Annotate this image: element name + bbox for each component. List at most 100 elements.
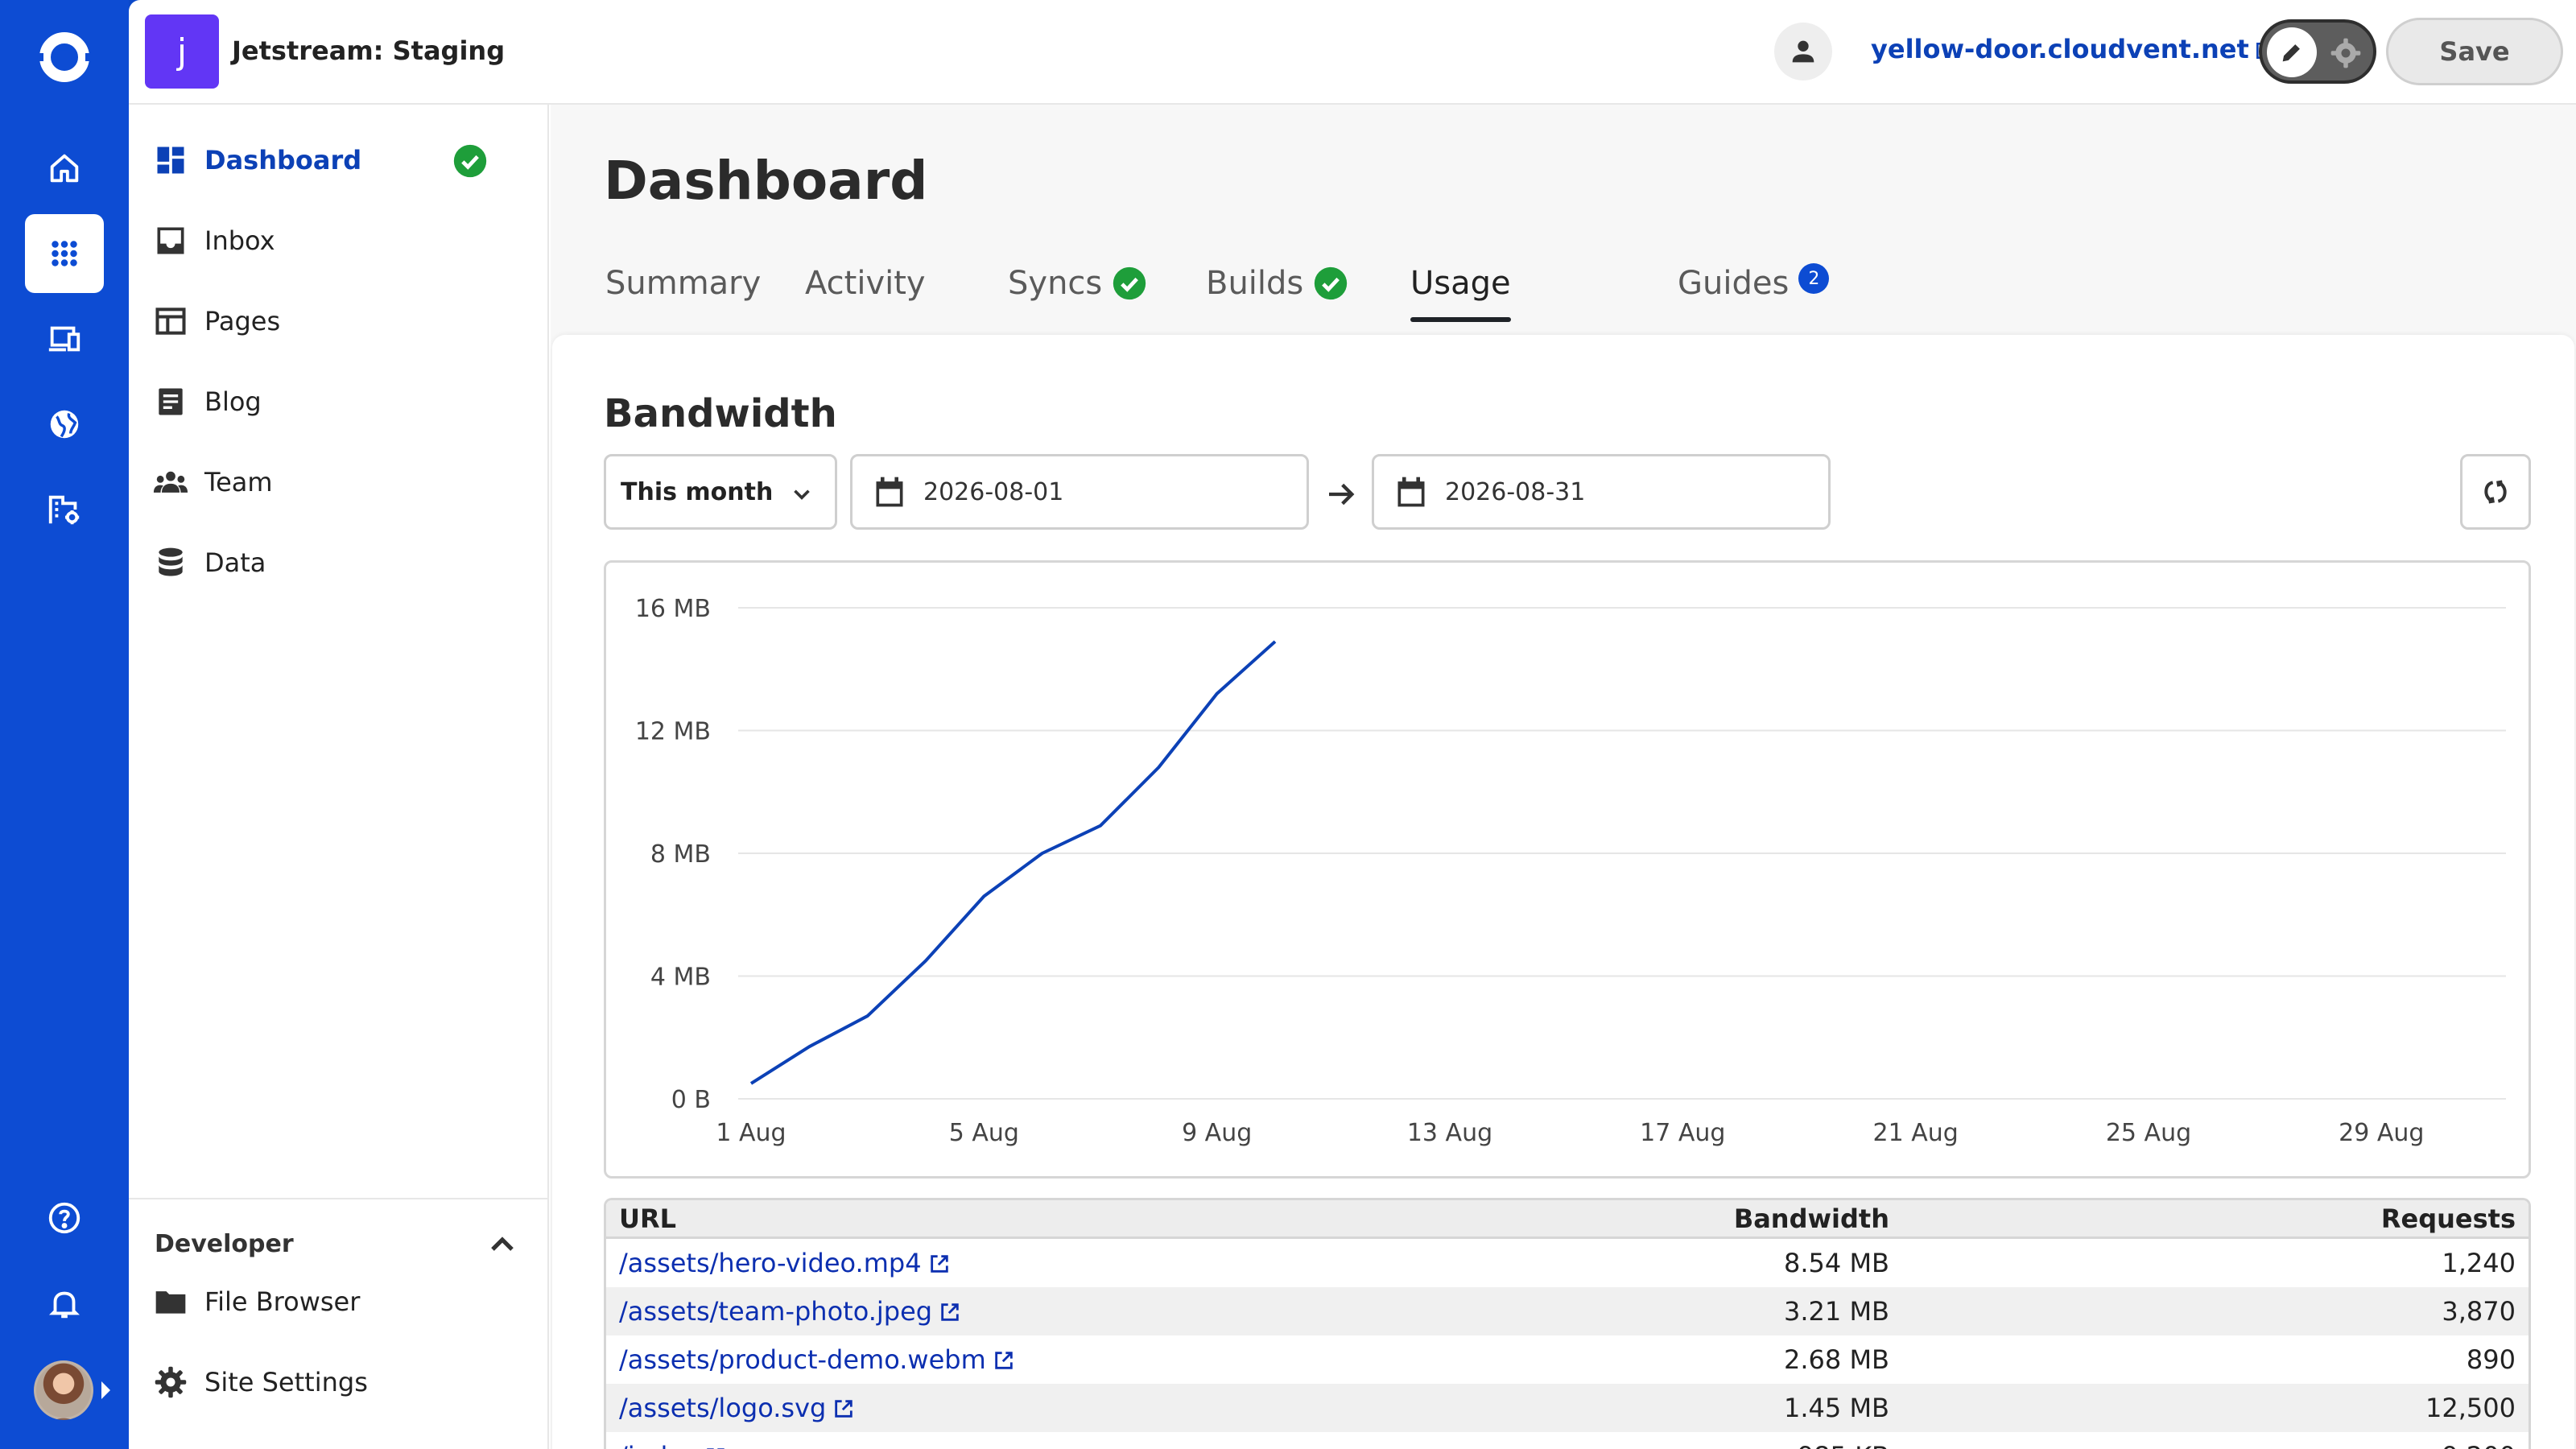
- user-button[interactable]: [1774, 23, 1832, 80]
- tab-guides[interactable]: Guides 2: [1678, 251, 1830, 316]
- pencil-icon: [2282, 44, 2300, 62]
- table-header: URL Bandwidth Requests: [606, 1200, 2529, 1239]
- table-row: /assets/hero-video.mp4 8.54 MB 1,240: [606, 1239, 2529, 1287]
- org-settings-icon[interactable]: [25, 470, 104, 549]
- tab-builds[interactable]: Builds: [1206, 251, 1348, 316]
- sidebar-item-team[interactable]: Team: [153, 454, 531, 510]
- inbox-icon: [157, 227, 184, 254]
- sidebar-item-dashboard[interactable]: Dashboard: [153, 132, 531, 188]
- url-link[interactable]: /assets/product-demo.webm: [619, 1344, 1015, 1375]
- refresh-button[interactable]: [2460, 454, 2531, 530]
- save-button[interactable]: Save: [2386, 18, 2563, 85]
- pages-icon: [155, 308, 186, 335]
- sidebar-item-label: Team: [204, 467, 273, 497]
- external-link-icon: [941, 1303, 959, 1321]
- column-header-url[interactable]: URL: [619, 1203, 676, 1234]
- y-tick-label: 12 MB: [635, 718, 711, 746]
- check-circle-icon: [1315, 266, 1348, 300]
- apps-icon[interactable]: [25, 214, 104, 293]
- count-badge: 2: [1798, 263, 1830, 294]
- sidebar-item-blog[interactable]: Blog: [153, 374, 531, 430]
- external-link-icon: [707, 1448, 725, 1449]
- tab-label: Activity: [805, 265, 926, 302]
- tab-label: Guides: [1678, 265, 1790, 302]
- refresh-icon: [2484, 480, 2507, 504]
- person-icon: [1792, 40, 1814, 63]
- globe-icon[interactable]: [25, 385, 104, 464]
- sidebar-item-label: File Browser: [204, 1286, 361, 1317]
- sidebar-item-site-settings[interactable]: Site Settings: [153, 1354, 531, 1410]
- requests-value: 9,200: [2442, 1441, 2516, 1449]
- bandwidth-value: 985 KB: [1798, 1441, 1889, 1449]
- chevron-down-icon: [794, 489, 810, 500]
- sidebar-item-file-browser[interactable]: File Browser: [153, 1274, 531, 1330]
- active-tab-indicator: [1410, 317, 1511, 322]
- column-header-requests[interactable]: Requests: [2381, 1203, 2516, 1234]
- tab-label: Builds: [1206, 265, 1304, 302]
- url-link[interactable]: /assets/team-photo.jpeg: [619, 1296, 961, 1327]
- date-to-value: 2026-08-31: [1445, 477, 1586, 506]
- sidebar-item-label: Site Settings: [204, 1367, 368, 1397]
- chevron-up-icon[interactable]: [483, 1225, 522, 1264]
- section-title: Bandwidth: [604, 391, 837, 436]
- blog-icon: [159, 388, 183, 415]
- help-icon[interactable]: [25, 1179, 104, 1257]
- sidebar-item-inbox[interactable]: Inbox: [153, 213, 531, 269]
- url-link[interactable]: /assets/hero-video.mp4: [619, 1248, 951, 1278]
- bandwidth-value: 2.68 MB: [1784, 1344, 1889, 1375]
- gear-icon: [155, 1366, 187, 1398]
- date-from-field[interactable]: 2026-08-01: [850, 454, 1309, 530]
- check-circle-icon: [453, 144, 487, 178]
- avatar[interactable]: [34, 1360, 93, 1420]
- sidebar-item-data[interactable]: Data: [153, 535, 531, 591]
- user-avatar-menu[interactable]: [34, 1360, 110, 1425]
- url-link[interactable]: /assets/logo.svg: [619, 1393, 855, 1423]
- sidebar-item-pages[interactable]: Pages: [153, 293, 531, 349]
- y-tick-label: 4 MB: [650, 964, 711, 992]
- url-text: /assets/product-demo.webm: [619, 1344, 986, 1375]
- range-select-value: This month: [621, 477, 774, 506]
- y-tick-label: 0 B: [671, 1086, 711, 1114]
- cloudvent-logo-icon[interactable]: [32, 29, 97, 85]
- sidebar-item-label: Data: [204, 547, 266, 578]
- x-tick-label: 25 Aug: [2106, 1119, 2191, 1147]
- bandwidth-value: 1.45 MB: [1784, 1393, 1889, 1423]
- site-domain-link[interactable]: yellow-door.cloudvent.net: [1871, 34, 2275, 64]
- x-tick-label: 17 Aug: [1640, 1119, 1725, 1147]
- requests-value: 890: [2466, 1344, 2516, 1375]
- bandwidth-chart-svg: 0 B 4 MB 8 MB 12 MB 16 MB 1 Aug 5 Aug 9 Aug 13 A…: [635, 595, 2506, 1147]
- column-header-bandwidth[interactable]: Bandwidth: [1734, 1203, 1889, 1234]
- site-badge[interactable]: j: [145, 14, 219, 89]
- bandwidth-value: 8.54 MB: [1784, 1248, 1889, 1278]
- date-to-field[interactable]: 2026-08-31: [1372, 454, 1831, 530]
- tab-summary[interactable]: Summary: [605, 251, 761, 316]
- tab-usage[interactable]: Usage: [1410, 251, 1511, 322]
- usage-card: Bandwidth This month 2026-08-01 2026-08-…: [552, 335, 2574, 1449]
- tab-label: Summary: [605, 265, 762, 302]
- external-link-icon: [995, 1352, 1013, 1369]
- usage-table: URL Bandwidth Requests /assets/hero-vide…: [604, 1198, 2531, 1449]
- devices-icon[interactable]: [25, 299, 104, 378]
- app-rail: [0, 0, 129, 1449]
- site-domain-text: yellow-door.cloudvent.net: [1871, 34, 2249, 64]
- range-select[interactable]: This month: [604, 454, 837, 530]
- home-icon[interactable]: [25, 129, 104, 208]
- date-from-value: 2026-08-01: [923, 477, 1064, 506]
- url-link[interactable]: /index: [619, 1441, 727, 1449]
- external-link-icon: [835, 1400, 853, 1418]
- arrow-right-icon: [1329, 483, 1355, 506]
- requests-value: 3,870: [2442, 1296, 2516, 1327]
- sidebar-item-label: Dashboard: [204, 145, 362, 175]
- table-row: /assets/logo.svg 1.45 MB 12,500: [606, 1384, 2529, 1432]
- tab-syncs[interactable]: Syncs: [1008, 251, 1147, 316]
- database-icon: [159, 547, 183, 576]
- tab-activity[interactable]: Activity: [805, 251, 926, 316]
- team-icon: [153, 471, 188, 493]
- edit-mode-toggle[interactable]: [2259, 19, 2376, 84]
- app-frame: j Jetstream: Staging yellow-door.cloudve…: [129, 0, 2576, 1449]
- external-link-icon: [930, 1255, 948, 1273]
- dashboard-icon: [157, 147, 184, 174]
- bell-icon[interactable]: [25, 1264, 104, 1343]
- x-tick-label: 29 Aug: [2339, 1119, 2424, 1147]
- sidebar: Dashboard Inbox Pages Blog Team Data Dev…: [129, 105, 549, 1449]
